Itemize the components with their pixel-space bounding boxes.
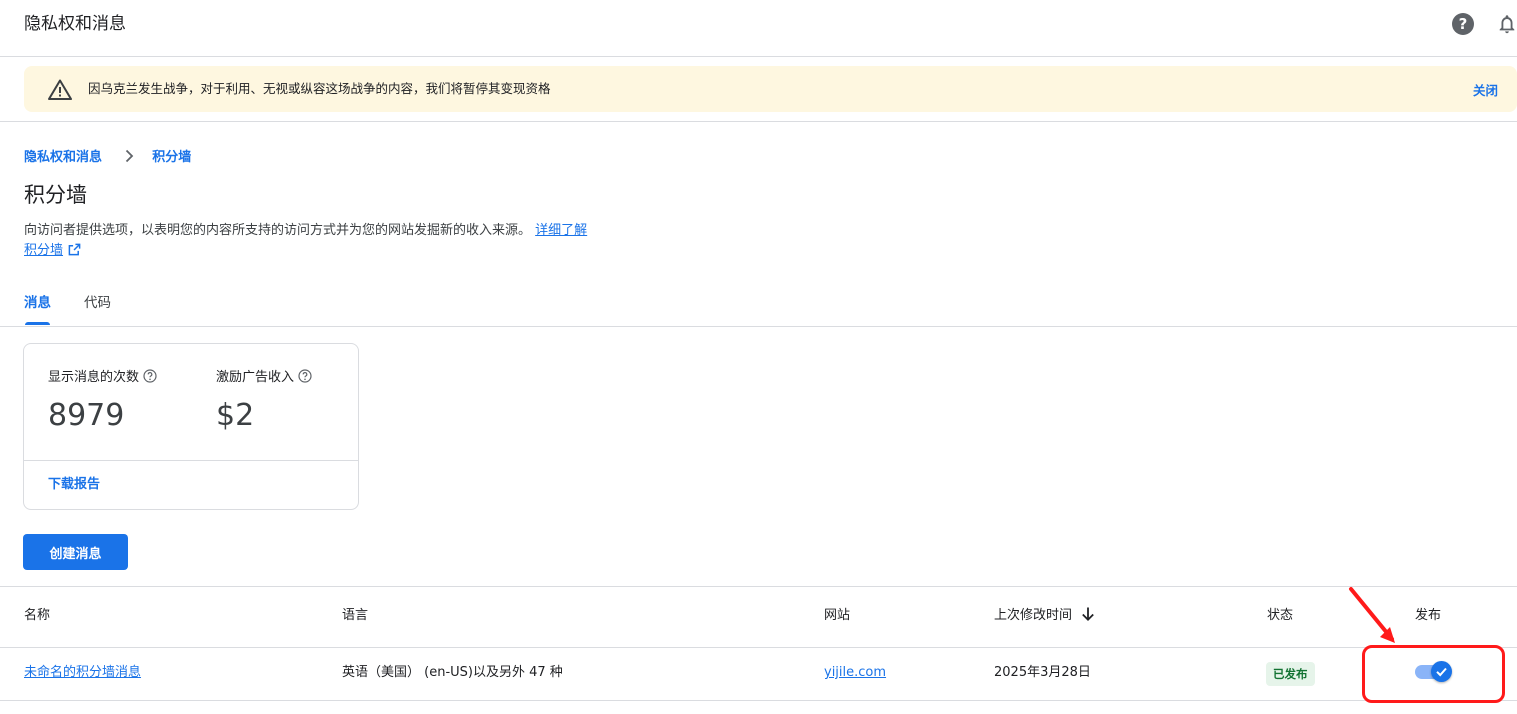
active-tab-indicator <box>25 322 50 325</box>
breadcrumb: 隐私权和消息 积分墙 <box>24 148 191 168</box>
help-outline-icon[interactable] <box>298 369 312 383</box>
bell-icon[interactable] <box>1496 13 1517 35</box>
banner-divider <box>0 121 1517 122</box>
warning-banner: 因乌克兰发生战争，对于利用、无视或纵容这场战争的内容，我们将暂停其变现资格 关闭 <box>24 66 1517 112</box>
stat-value: 8979 <box>48 398 125 433</box>
status-badge: 已发布 <box>1266 662 1315 686</box>
download-report-link[interactable]: 下载报告 <box>48 475 100 495</box>
row-name-link[interactable]: 未命名的积分墙消息 <box>24 663 141 683</box>
tab-bar: 消息 代码 <box>0 287 1517 327</box>
arrow-down-icon[interactable] <box>1080 606 1096 622</box>
column-header-last-modified[interactable]: 上次修改时间 <box>994 606 1096 626</box>
stat-label-text: 显示消息的次数 <box>48 370 140 385</box>
row-site-link[interactable]: yijile.com <box>824 663 886 683</box>
column-header-last-modified-label[interactable]: 上次修改时间 <box>994 608 1072 623</box>
description-text: 向访问者提供选项，以表明您的内容所支持的访问方式并为您的网站发掘新的收入来源。 <box>24 223 532 238</box>
column-header-language[interactable]: 语言 <box>342 606 368 626</box>
table-top-border <box>0 586 1517 587</box>
annotation-arrow-icon <box>1349 587 1395 643</box>
stat-value: $2 <box>216 398 255 433</box>
annotation-highlight-box <box>1362 645 1505 703</box>
column-header-site[interactable]: 网站 <box>824 606 850 626</box>
card-divider <box>24 460 358 461</box>
column-header-name[interactable]: 名称 <box>24 606 50 626</box>
help-circle-icon[interactable]: ? <box>1452 13 1474 35</box>
chevron-right-icon <box>126 149 134 163</box>
page-description: 向访问者提供选项，以表明您的内容所支持的访问方式并为您的网站发掘新的收入来源。 … <box>24 221 587 241</box>
page-title: 积分墙 <box>24 183 87 207</box>
offerwall-help-link[interactable]: 积分墙 <box>24 241 81 261</box>
offerwall-help-link-label[interactable]: 积分墙 <box>24 243 63 258</box>
table-row-border <box>0 700 1517 701</box>
breadcrumb-item-privacy-messaging[interactable]: 隐私权和消息 <box>24 150 102 165</box>
tab-code[interactable]: 代码 <box>84 293 111 313</box>
stat-rewarded-revenue: 激励广告收入 $2 <box>216 368 312 434</box>
table-header-border <box>0 647 1517 648</box>
top-bar: 隐私权和消息 ? <box>0 0 1517 57</box>
breadcrumb-item-offerwall[interactable]: 积分墙 <box>152 150 191 165</box>
create-message-button[interactable]: 创建消息 <box>23 534 128 570</box>
app-title: 隐私权和消息 <box>24 14 126 34</box>
learn-more-link[interactable]: 详细了解 <box>535 223 587 238</box>
tab-messages[interactable]: 消息 <box>24 293 51 313</box>
column-header-status[interactable]: 状态 <box>1267 606 1293 626</box>
row-language: 英语（美国） (en-US)以及另外 47 种 <box>342 665 563 680</box>
stat-label-text: 激励广告收入 <box>216 370 295 385</box>
row-last-modified: 2025年3月28日 <box>994 665 1091 680</box>
warning-triangle-icon <box>48 79 72 100</box>
help-outline-icon[interactable] <box>143 369 157 383</box>
banner-close-button[interactable]: 关闭 <box>1473 81 1498 100</box>
banner-message: 因乌克兰发生战争，对于利用、无视或纵容这场战争的内容，我们将暂停其变现资格 <box>88 81 551 96</box>
stat-label: 显示消息的次数 <box>48 368 157 388</box>
stats-card: 显示消息的次数 8979 激励广告收入 $2 下载报告 <box>23 343 359 510</box>
stat-impressions: 显示消息的次数 8979 <box>48 368 157 434</box>
column-header-publish[interactable]: 发布 <box>1415 606 1441 626</box>
stat-label: 激励广告收入 <box>216 368 312 388</box>
open-in-new-icon <box>68 243 81 256</box>
